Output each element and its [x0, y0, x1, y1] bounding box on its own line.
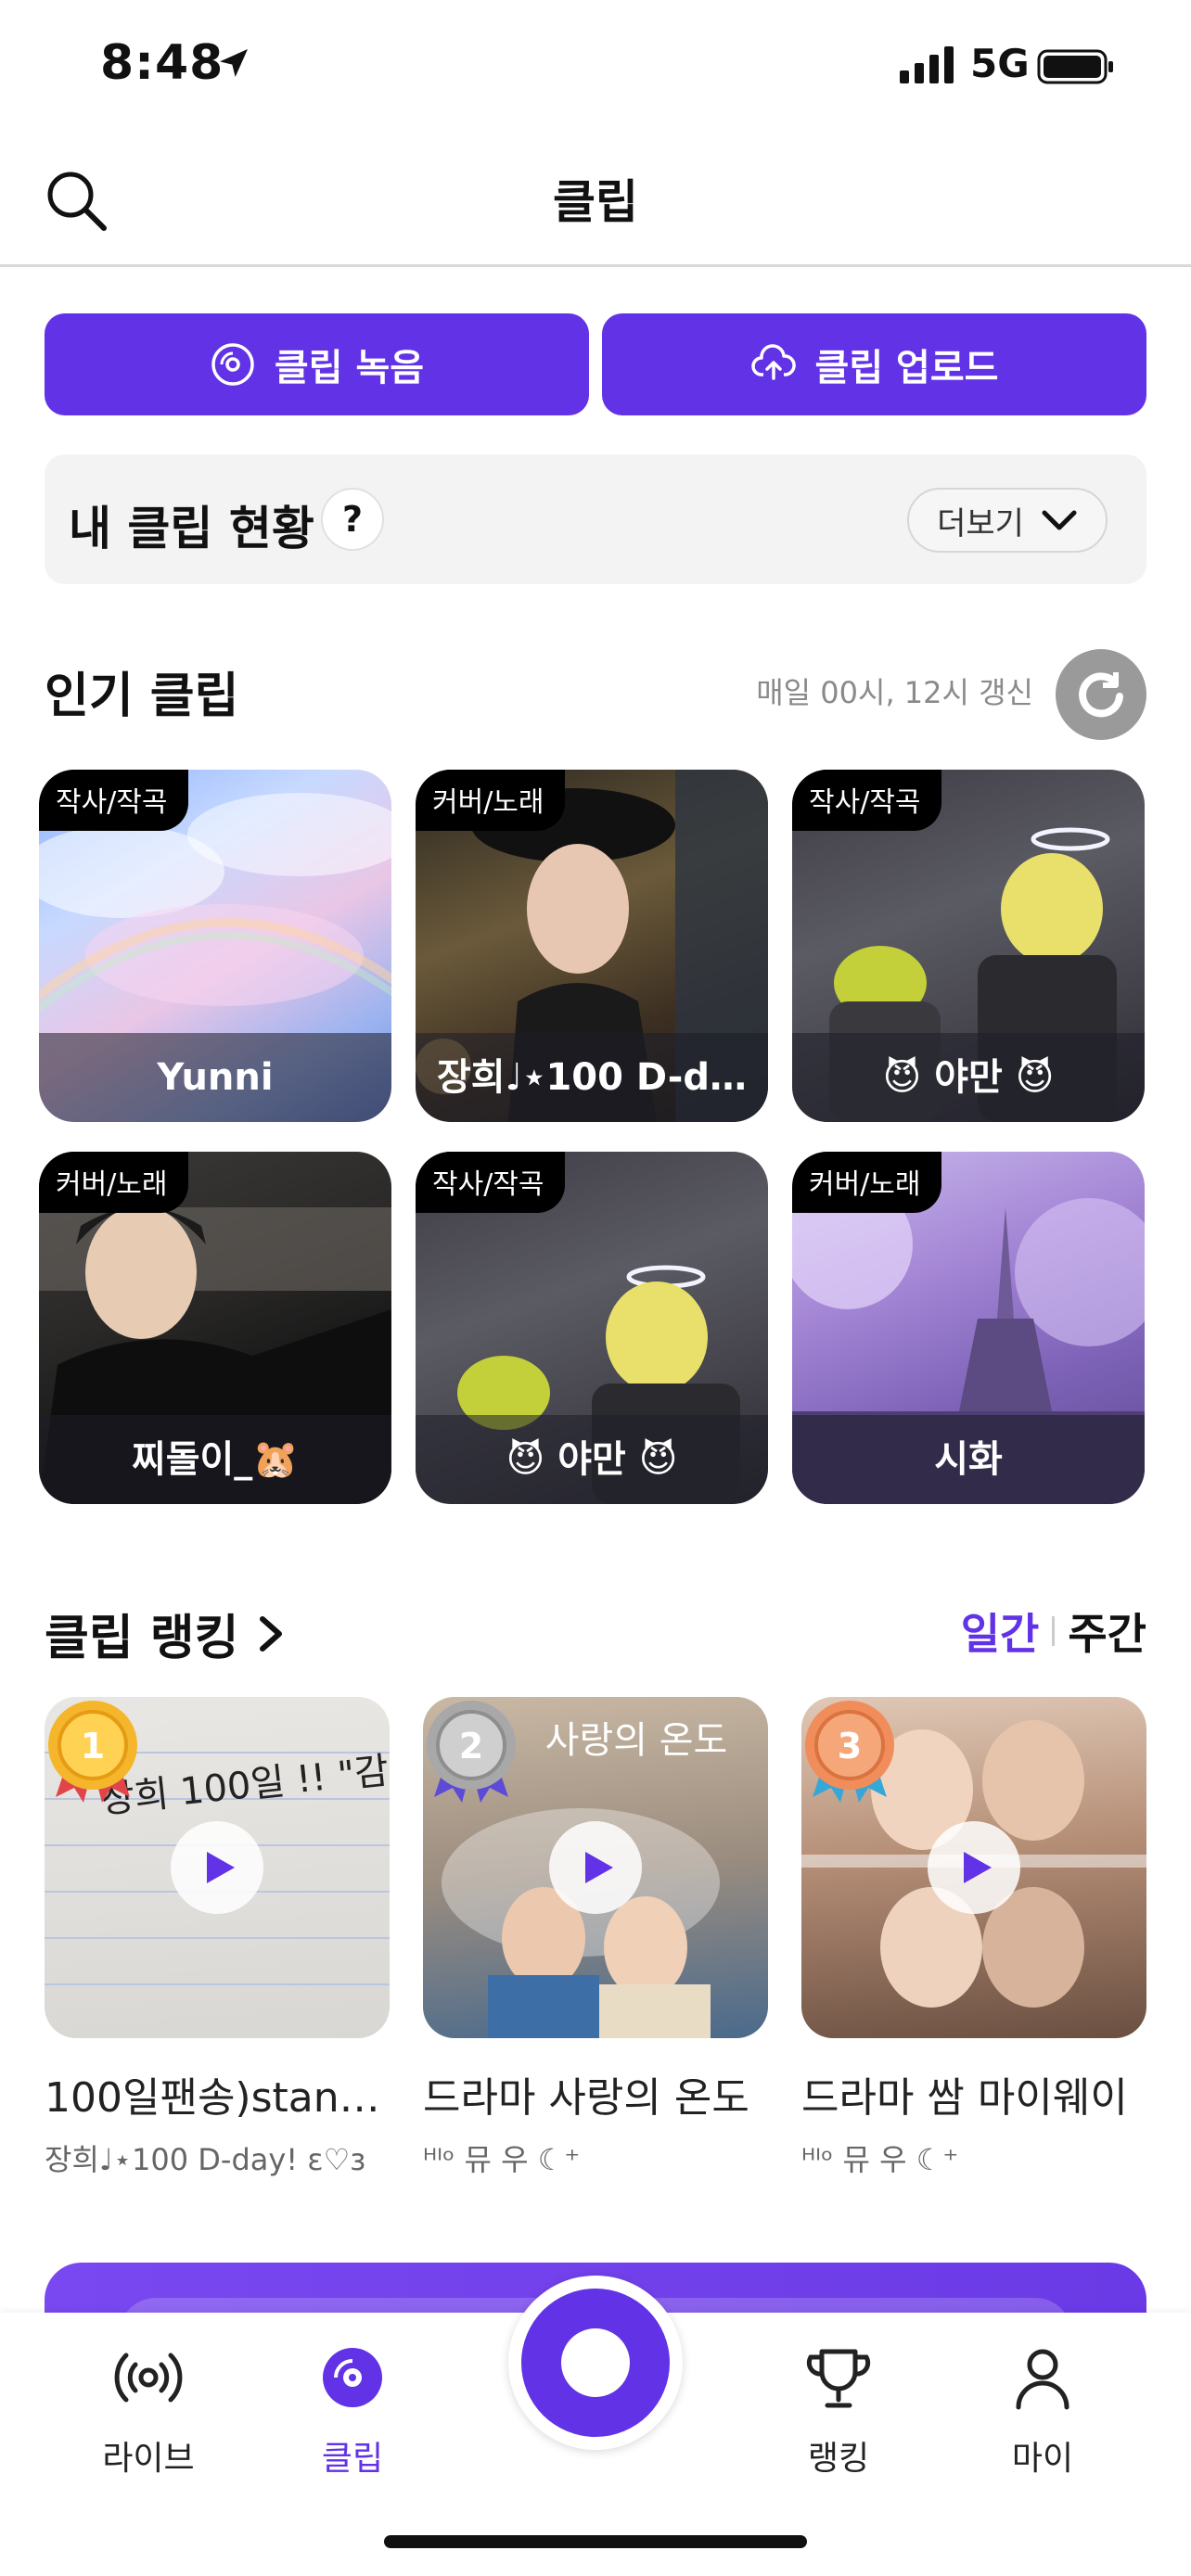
nav-label-clip: 클립: [321, 2440, 384, 2478]
clip-category-tag: 작사/작곡: [792, 770, 941, 831]
chevron-right-icon: [260, 1615, 283, 1651]
medal-rank: 3: [838, 1726, 862, 1766]
network-type: 5G: [970, 41, 1030, 86]
app-header: 클립: [0, 130, 1191, 267]
popular-clip-card[interactable]: 작사/작곡 😈 야만 😈: [792, 770, 1145, 1122]
disc-icon: [323, 2348, 382, 2407]
play-icon: [585, 1852, 613, 1883]
clip-category-tag: 작사/작곡: [39, 770, 188, 831]
ranking-item[interactable]: 장희 100일 !! "감사합니다" 1 100일팬송)stan… 장희♩⋆10…: [45, 1697, 390, 2179]
clip-ranking-list: 장희 100일 !! "감사합니다" 1 100일팬송)stan… 장희♩⋆10…: [45, 1697, 1146, 2179]
record-button[interactable]: [508, 2276, 683, 2450]
poster-title-text: 사랑의 온도: [545, 1719, 728, 1762]
nav-label-ranking: 랭킹: [807, 2440, 870, 2478]
nav-item-live[interactable]: 라이브: [74, 2340, 223, 2480]
upload-clip-label: 클립 업로드: [814, 347, 999, 389]
record-ring-icon: [521, 2289, 670, 2437]
popular-clip-card[interactable]: 커버/노래 장희♩⋆100 D-d…: [416, 770, 768, 1122]
ranking-item-artist: ᴴᴵᵒ 뮤 우 ☾⁺: [423, 2142, 581, 2177]
nav-item-clip[interactable]: 클립: [278, 2340, 427, 2480]
record-clip-label: 클립 녹음: [274, 347, 425, 389]
help-button[interactable]: ?: [321, 488, 384, 551]
status-time: 8:48: [100, 35, 224, 91]
ranking-item-artist: ᴴᴵᵒ 뮤 우 ☾⁺: [801, 2142, 959, 2177]
play-icon: [964, 1852, 992, 1883]
popular-clip-card[interactable]: 커버/노래 시화: [792, 1152, 1145, 1504]
ranking-period-toggle: 일간 주간: [961, 1600, 1146, 1662]
popular-clip-card[interactable]: 작사/작곡 Yunni: [39, 770, 391, 1122]
gold-medal-icon: 1: [48, 1701, 137, 1803]
ranking-item-title: 드라마 쌈 마이웨이: [801, 2074, 1128, 2122]
cellular-signal-icon: [900, 46, 954, 83]
nav-item-ranking[interactable]: 랭킹: [764, 2340, 913, 2480]
more-button[interactable]: 더보기: [907, 488, 1108, 553]
upload-clip-button[interactable]: 클립 업로드: [602, 313, 1146, 415]
location-arrow-icon: [220, 49, 248, 77]
clip-ranking-header[interactable]: 클립 랭킹: [45, 1599, 287, 1668]
record-clip-button[interactable]: 클립 녹음: [45, 313, 589, 415]
popular-clips-title: 인기 클립: [45, 669, 239, 724]
update-note: 매일 00시, 12시 갱신: [756, 675, 1033, 710]
popular-clip-card[interactable]: 커버/노래 찌돌이_🐹: [39, 1152, 391, 1504]
nav-label-my: 마이: [1011, 2440, 1074, 2478]
bronze-medal-icon: 3: [805, 1701, 894, 1803]
clip-creator-name: 😈 야만 😈: [792, 1033, 1145, 1122]
nav-label-live: 라이브: [102, 2440, 195, 2478]
period-weekly-tab[interactable]: 주간: [1068, 1600, 1146, 1662]
medal-rank: 1: [81, 1726, 105, 1766]
battery-icon: [1037, 49, 1113, 84]
clip-creator-name: 시화: [792, 1415, 1145, 1504]
clip-category-tag: 커버/노래: [792, 1152, 941, 1213]
home-indicator: [384, 2535, 807, 2548]
clip-actions: 클립 녹음 클립 업로드: [45, 313, 1146, 415]
popular-clip-card[interactable]: 작사/작곡 😈 야만 😈: [416, 1152, 768, 1504]
nav-item-my[interactable]: 마이: [968, 2340, 1117, 2480]
clip-category-tag: 커버/노래: [416, 770, 565, 831]
refresh-button[interactable]: [1056, 649, 1146, 740]
clip-creator-name: 장희♩⋆100 D-d…: [416, 1033, 768, 1122]
status-bar: 8:48 5G: [0, 0, 1191, 130]
silver-medal-icon: 2: [427, 1701, 516, 1803]
more-label: 더보기: [937, 504, 1024, 542]
popular-clips-grid: 작사/작곡 Yunni 커버/노래 장희♩⋆100 D-d… 작사/작곡 😈 야…: [39, 770, 1146, 1504]
play-button[interactable]: [928, 1821, 1020, 1914]
medal-rank: 2: [459, 1726, 483, 1766]
ranking-item-artist: 장희♩⋆100 D-day! ε♡з: [45, 2142, 366, 2177]
refresh-icon: [1079, 672, 1123, 718]
ranking-item-title: 드라마 사랑의 온도: [423, 2074, 749, 2122]
chevron-down-icon: [1042, 510, 1077, 530]
clip-creator-name: 😈 야만 😈: [416, 1415, 768, 1504]
my-clip-status: 내 클립 현황 ? 더보기: [45, 454, 1146, 584]
page-title: 클립: [553, 175, 638, 229]
period-divider: [1052, 1616, 1056, 1646]
play-button[interactable]: [549, 1821, 642, 1914]
disc-icon: [211, 343, 254, 386]
period-daily-tab[interactable]: 일간: [961, 1600, 1040, 1662]
ranking-item[interactable]: 사랑의 온도 2 드라마 사랑의 온도 ᴴᴵᵒ 뮤 우 ☾⁺: [423, 1697, 768, 2179]
clip-category-tag: 작사/작곡: [416, 1152, 565, 1213]
clip-ranking-title: 클립 랭킹: [45, 1611, 239, 1666]
ranking-item[interactable]: 3 드라마 쌈 마이웨이 ᴴᴵᵒ 뮤 우 ☾⁺: [801, 1697, 1146, 2179]
clip-creator-name: 찌돌이_🐹: [39, 1415, 391, 1504]
clip-creator-name: Yunni: [39, 1033, 391, 1122]
user-icon: [1016, 2349, 1069, 2410]
clip-category-tag: 커버/노래: [39, 1152, 188, 1213]
play-button[interactable]: [171, 1821, 263, 1914]
ranking-item-title: 100일팬송)stan…: [45, 2074, 380, 2122]
broadcast-icon: [114, 2353, 183, 2403]
my-clip-status-label: 내 클립 현황: [69, 502, 314, 555]
trophy-icon: [806, 2349, 871, 2408]
play-icon: [207, 1852, 235, 1883]
cloud-upload-icon: [750, 344, 796, 380]
